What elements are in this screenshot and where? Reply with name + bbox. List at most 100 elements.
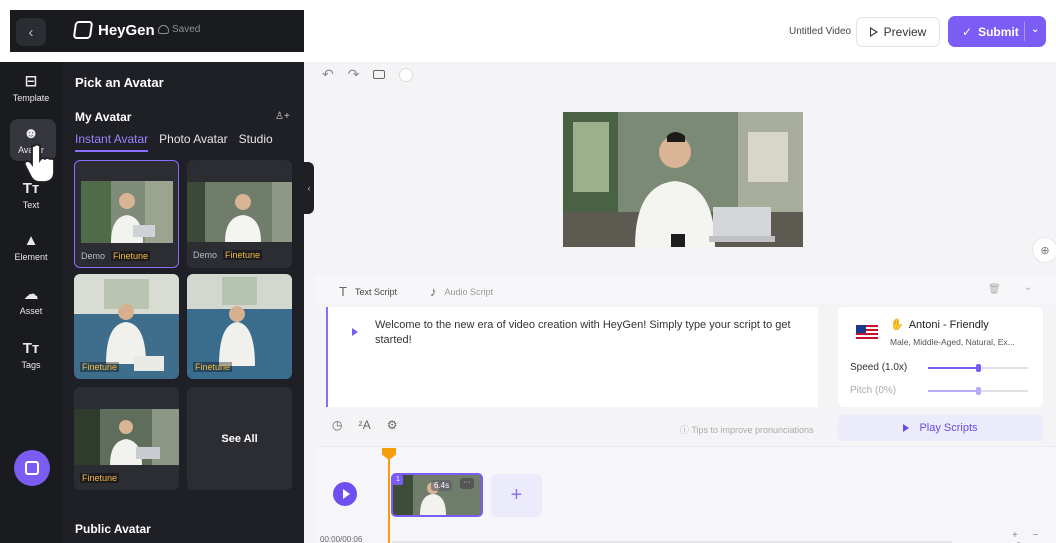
video-preview[interactable] [563,112,803,247]
collapse-panel-button[interactable]: ‹ [304,162,314,214]
nav-item-tags[interactable]: Tт Tags [0,340,62,370]
card-badges: Finetune [80,473,120,483]
hand-cursor-icon [24,143,55,183]
add-user-icon[interactable]: ♙+ [275,111,290,122]
finetune-badge: Finetune [111,251,151,261]
speed-slider-fill [928,367,978,369]
logo: HeyGen [72,21,155,39]
card-badges: Finetune [193,362,233,372]
finetune-badge: Finetune [80,362,120,372]
avatar-card[interactable]: Finetune [187,274,292,379]
avatar-card[interactable]: Finetune [74,387,179,490]
nav-label-element: Element [14,252,48,262]
submit-button[interactable]: ✓ Submit ⌄ [948,16,1046,47]
check-icon: ✓ [962,24,973,39]
play-line-icon[interactable] [352,328,358,336]
pitch-label: Pitch (0%) [850,385,897,396]
brand-name: HeyGen [98,21,155,39]
finetune-badge: Finetune [193,362,233,372]
undo-icon[interactable]: ↶ [322,66,334,83]
tab-studio[interactable]: Studio [239,132,273,152]
nav-item-template[interactable]: ⊟ Template [0,73,62,103]
translate-icon[interactable]: ᶻA [358,418,370,432]
voice-name-label: Antoni - Friendly [908,319,989,331]
zoom-in-button[interactable]: ⊕ [1032,237,1056,263]
nav-label-tags: Tags [21,360,41,370]
nav-label-asset: Asset [19,306,43,316]
zoom-icon: ⊕ [1040,244,1050,257]
saved-label: Saved [172,24,201,35]
timeline-play-button[interactable] [333,482,357,506]
play-icon [342,489,350,499]
nav-item-asset[interactable]: ☁ Asset [0,286,62,316]
preview-label: Preview [883,25,927,39]
heygen-logo-icon [72,21,94,39]
public-avatar-heading: Public Avatar [75,522,151,536]
tab-text-script[interactable]: T Text Script [339,284,397,299]
text-script-icon: T [339,284,347,299]
tab-instant-avatar[interactable]: Instant Avatar [75,132,149,152]
chat-support-button[interactable] [14,450,50,486]
play-scripts-button[interactable]: Play Scripts [838,415,1043,441]
see-all-button[interactable]: See All [187,387,292,490]
monitor-icon[interactable] [373,70,386,79]
add-scene-button[interactable]: + [491,474,542,517]
more-icon[interactable]: ··· [460,478,474,489]
speed-slider-knob[interactable] [976,364,981,372]
playhead[interactable] [388,451,390,543]
redo-icon[interactable]: ↷ [348,66,360,83]
submit-label: Submit [978,24,1019,39]
back-button[interactable]: ‹ [16,18,46,46]
timeline-zoom-controls[interactable]: + − ⤢ [1012,530,1056,543]
nav-item-element[interactable]: ▲ Element [0,232,62,262]
pitch-slider-knob[interactable] [976,387,981,395]
speed-slider[interactable] [928,364,1028,372]
nav-label-text: Text [22,200,40,210]
tab-photo-avatar[interactable]: Photo Avatar [159,132,228,152]
avatar-card[interactable]: Demo Finetune [187,160,292,268]
clip-number: 1 [393,475,403,485]
play-scripts-label: Play Scripts [919,422,978,434]
trash-icon[interactable]: 🗑 [988,284,1001,295]
template-icon: ⊟ [24,73,38,90]
nav-label-template: Template [12,93,50,103]
script-text[interactable]: Welcome to the new era of video creation… [375,318,795,348]
speed-label: Speed (1.0x) [850,362,908,373]
chevron-left-icon: ‹ [28,23,34,41]
cloud-icon [158,25,169,34]
settings-icon[interactable]: ⚙ [387,418,398,432]
pause-icon[interactable]: ◷ [332,418,342,432]
chevron-left-icon: ‹ [307,183,311,193]
voice-name: ✋ Antoni - Friendly [890,318,989,331]
background-toggle[interactable] [399,67,414,82]
avatar-card[interactable]: Finetune [74,274,179,379]
text-script-label: Text Script [354,286,397,297]
pitch-slider-fill [928,390,978,392]
card-badges: Finetune [80,362,120,372]
chevron-down-icon[interactable]: ⌄ [1031,24,1039,35]
nav-item-text[interactable]: Tт Text [0,180,62,210]
script-editor[interactable]: Welcome to the new era of video creation… [326,307,818,407]
panel-title: Pick an Avatar [75,75,164,90]
chevron-down-icon[interactable]: ⌄ [1024,282,1032,293]
finetune-badge: Finetune [80,473,120,483]
voice-description: Male, Middle-Aged, Natural, Ex... [890,337,1015,347]
avatar-tabs: Instant Avatar Photo Avatar Studio [75,132,273,152]
hand-emoji-icon: ✋ [890,319,904,331]
tab-audio-script[interactable]: ♪ Audio Script [430,284,493,299]
video-title[interactable]: Untitled Video [789,26,851,37]
canvas-toolbar: ↶ ↷ [322,66,414,83]
avatar-panel: Pick an Avatar My Avatar ♙+ Instant Avat… [62,62,304,543]
avatar-thumbnail [81,181,173,243]
preview-button[interactable]: Preview [856,17,940,47]
pronunciation-tips-link[interactable]: ⓘ Tips to improve pronunciations [680,423,814,436]
demo-label: Demo [81,251,106,261]
avatar-thumbnail [187,182,292,242]
play-outline-icon [869,27,878,37]
pitch-slider[interactable] [928,387,1028,395]
demo-label: Demo [193,250,218,260]
voice-card[interactable]: ✋ Antoni - Friendly Male, Middle-Aged, Na… [838,307,1043,407]
plus-icon: + [510,484,523,506]
tags-icon: Tт [22,340,40,357]
avatar-card[interactable]: Demo Finetune [74,160,179,268]
